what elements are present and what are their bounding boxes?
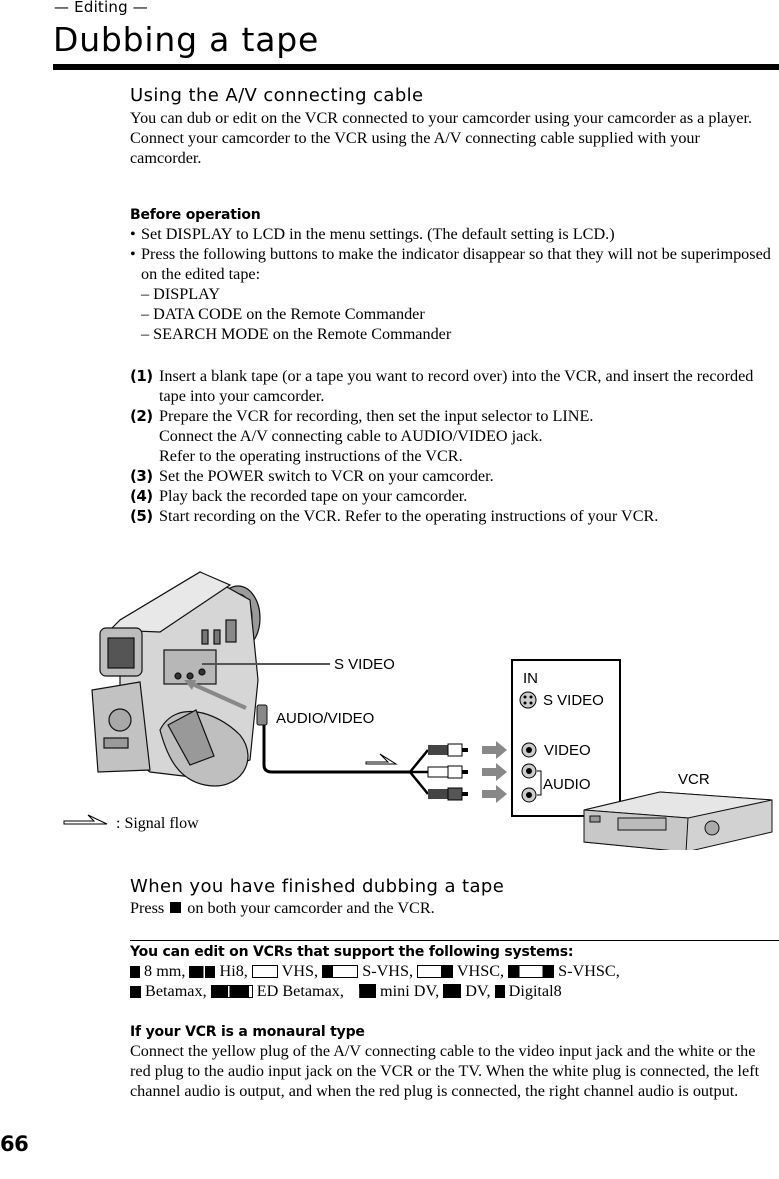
system-label: mini DV, [380, 982, 440, 1000]
section-av-heading: Using the A/V connecting cable [130, 85, 424, 106]
panel-audio-label: AUDIO [543, 776, 591, 793]
page-title: Dubbing a tape [53, 20, 320, 59]
av-paragraph: You can dub or edit on the VCR connected… [130, 109, 752, 127]
betamax-logo-icon [130, 986, 141, 998]
in-label: IN [523, 670, 538, 687]
finished-heading: When you have finished dubbing a tape [130, 876, 505, 897]
finished-text-after: on both your camcorder and the VCR. [187, 899, 435, 917]
camcorder-illustration [91, 571, 261, 787]
vcr-label: VCR [678, 771, 710, 788]
monaural-heading: If your VCR is a monaural type [130, 1024, 365, 1040]
systems-heading: You can edit on VCRs that support the fo… [130, 944, 574, 960]
hi8-logo-icon [189, 966, 216, 978]
step-item: (2) Prepare the VCR for recording, then … [130, 406, 778, 466]
stop-icon [170, 902, 182, 913]
step-number: (3) [130, 467, 153, 485]
bullet-item: Set DISPLAY to LCD in the menu settings.… [130, 224, 775, 244]
systems-line: Betamax, ED Betamax, mini DV, DV, Digita… [130, 981, 778, 1001]
system-label: VHS, [281, 962, 319, 980]
monaural-text: Connect the yellow plug of the A/V conne… [130, 1042, 760, 1100]
step-text: Play back the recorded tape on your camc… [159, 487, 468, 505]
supported-systems: You can edit on VCRs that support the fo… [130, 943, 778, 1001]
video-jack-icon [521, 742, 537, 758]
step-number: (2) [130, 407, 153, 425]
av-cable [262, 725, 410, 774]
signal-flow-legend-label: : Signal flow [116, 815, 199, 832]
system-label: Betamax, [145, 982, 207, 1000]
svhsc-logo-icon [508, 965, 555, 978]
system-label: S-VHS, [362, 962, 414, 980]
steps-list: (1) Insert a blank tape (or a tape you w… [130, 366, 778, 526]
step-text: Refer to the operating instructions of t… [159, 447, 463, 465]
step-item: (5) Start recording on the VCR. Refer to… [130, 506, 778, 526]
cable-splitter [409, 749, 429, 795]
section-label: — Editing — [54, 0, 148, 16]
finished-text-before: Press [130, 899, 165, 917]
sub-item: – SEARCH MODE on the Remote Commander [141, 325, 452, 343]
step-text: Prepare the VCR for recording, then set … [159, 407, 594, 425]
systems-line: 8 mm, Hi8, VHS, S-VHS, VHSC, S-VHSC, [130, 961, 778, 981]
step-number: (4) [130, 487, 153, 505]
dv-logo-icon [443, 984, 462, 998]
step-item: (1) Insert a blank tape (or a tape you w… [130, 366, 778, 406]
before-operation: Before operation Set DISPLAY to LCD in t… [130, 206, 775, 344]
section-monaural: If your VCR is a monaural type Connect t… [130, 1023, 778, 1101]
system-label: DV, [465, 982, 491, 1000]
step-number: (1) [130, 367, 153, 385]
step-text: Start recording on the VCR. Refer to the… [159, 507, 659, 525]
rca-plug-audio-white [427, 765, 468, 779]
system-label: S-VHSC, [558, 962, 620, 980]
step-number: (5) [130, 507, 153, 525]
sub-item: – DATA CODE on the Remote Commander [141, 305, 425, 323]
8mm-logo-icon [130, 966, 140, 978]
title-rule [53, 64, 779, 70]
section-finished: When you have finished dubbing a tape Pr… [130, 876, 778, 918]
step-item: (4) Play back the recorded tape on your … [130, 486, 778, 506]
section-divider [130, 940, 779, 941]
digital8-logo-icon [494, 985, 505, 998]
av-paragraph: Connect your camcorder to the VCR using … [130, 129, 700, 167]
before-operation-heading: Before operation [130, 207, 261, 223]
rca-plug-video [428, 743, 468, 757]
svhs-logo-icon [322, 965, 359, 978]
connection-arrows [482, 741, 507, 803]
rca-plug-audio-red [428, 787, 468, 801]
sub-item: – DISPLAY [141, 285, 221, 303]
system-label: ED Betamax, [256, 982, 344, 1000]
system-label: Digital8 [508, 982, 562, 1000]
connection-diagram: S VIDEO AUDIO/VIDEO IN S VIDEO VIDEO AUD… [63, 571, 773, 850]
vhsc-logo-icon [417, 965, 454, 978]
s-video-jack-icon [519, 691, 537, 709]
vhs-logo-icon [251, 965, 278, 978]
bullet-item: Press the following buttons to make the … [130, 244, 775, 284]
camcorder-s-video-label: S VIDEO [334, 656, 395, 673]
system-label: 8 mm, [144, 962, 186, 980]
system-label: VHSC, [456, 962, 505, 980]
finished-text: Press on both your camcorder and the VCR… [130, 898, 778, 918]
camcorder-audio-video-label: AUDIO/VIDEO [276, 710, 374, 727]
step-text: Set the POWER switch to VCR on your camc… [159, 467, 494, 485]
mini-dv-logo-icon [348, 984, 376, 998]
page-number: 66 [0, 1132, 29, 1156]
step-text: Connect the A/V connecting cable to AUDI… [159, 427, 543, 445]
system-label: Hi8, [219, 962, 248, 980]
step-item: (3) Set the POWER switch to VCR on your … [130, 466, 778, 486]
signal-flow-arrow-icon [365, 753, 398, 765]
signal-flow-legend-icon [63, 814, 108, 825]
panel-video-label: VIDEO [544, 742, 591, 759]
step-text: Insert a blank tape (or a tape you want … [159, 367, 754, 405]
ed-beta-logo-icon [210, 985, 253, 998]
section-av-cable: Using the A/V connecting cable You can d… [130, 85, 775, 168]
panel-s-video-label: S VIDEO [543, 692, 604, 709]
